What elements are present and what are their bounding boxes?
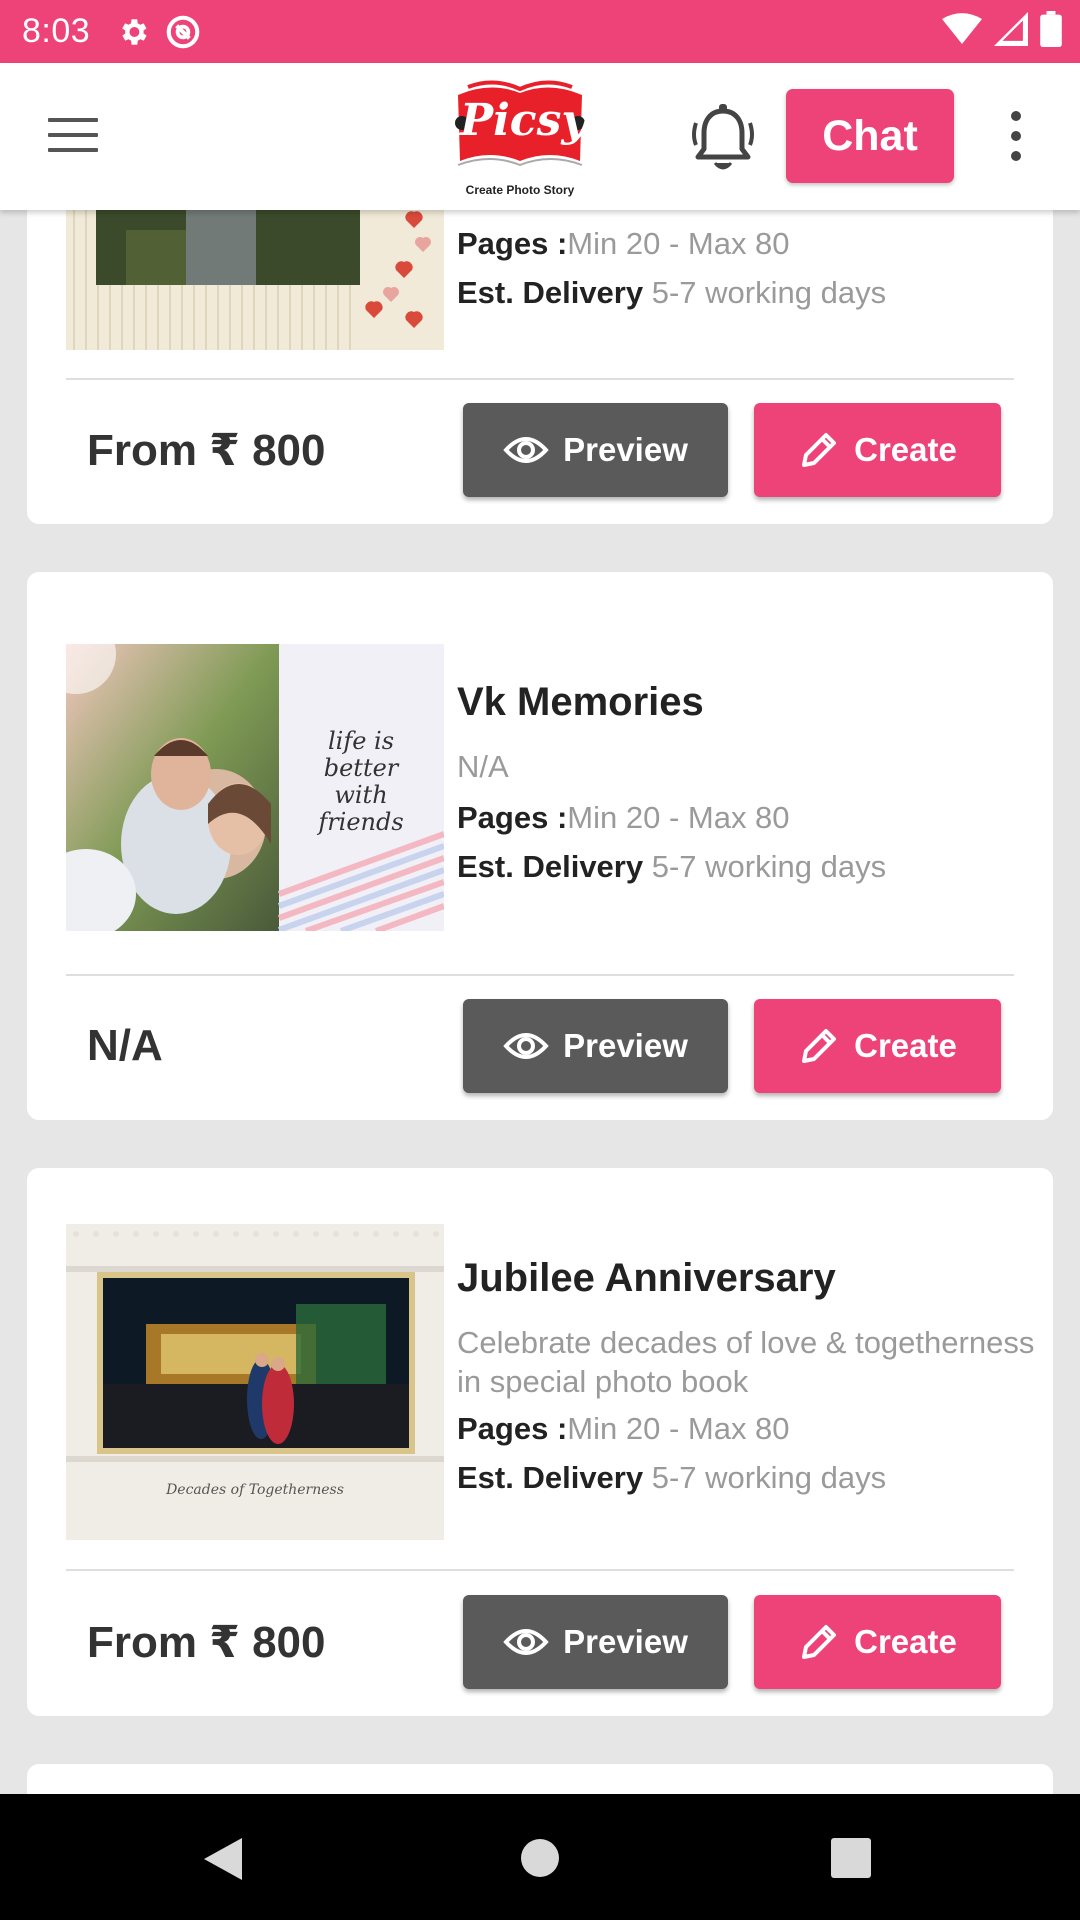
- app-logo[interactable]: Picsy Create Photo Story: [440, 73, 600, 201]
- preview-button[interactable]: Preview: [463, 999, 728, 1093]
- product-thumbnail: life is better with friends: [66, 644, 444, 931]
- delivery-info: Est. Delivery 5-7 working days: [457, 849, 887, 884]
- svg-text:better: better: [324, 754, 400, 782]
- signal-icon: [994, 12, 1028, 51]
- pages-info: Pages :Min 20 - Max 80: [457, 800, 790, 835]
- wifi-icon: [942, 12, 982, 51]
- menu-icon[interactable]: [48, 118, 98, 154]
- card-divider: [66, 974, 1014, 976]
- svg-text:with: with: [334, 781, 387, 809]
- pencil-icon: [802, 433, 837, 467]
- create-label: Create: [854, 1027, 957, 1064]
- card-divider: [66, 378, 1014, 380]
- pages-info: Pages :Min 20 - Max 80: [457, 226, 790, 261]
- price-label: N/A: [87, 1021, 163, 1070]
- create-button[interactable]: Create: [754, 403, 1001, 497]
- preview-label: Preview: [563, 431, 688, 468]
- more-vert-icon[interactable]: [1008, 111, 1024, 163]
- recents-icon[interactable]: [831, 1838, 871, 1878]
- logo-wordmark: Picsy: [460, 95, 587, 146]
- product-card[interactable]: life is better with friends Vk Memories …: [27, 572, 1053, 1120]
- sync-icon: [164, 13, 202, 51]
- pencil-icon: [802, 1625, 837, 1659]
- preview-button[interactable]: Preview: [463, 403, 728, 497]
- back-icon[interactable]: [202, 1836, 244, 1882]
- product-thumbnail: Decades of Togetherness: [66, 1224, 444, 1540]
- create-label: Create: [854, 431, 957, 468]
- delivery-info: Est. Delivery 5-7 working days: [457, 275, 887, 310]
- battery-icon: [1040, 11, 1062, 52]
- create-button[interactable]: Create: [754, 1595, 1001, 1689]
- eye-icon: [503, 437, 549, 463]
- price-label: From ₹ 800: [87, 426, 326, 475]
- pages-info: Pages :Min 20 - Max 80: [457, 1411, 790, 1446]
- system-nav-bar: [0, 1794, 1080, 1920]
- chat-button[interactable]: Chat: [786, 89, 954, 183]
- delivery-info: Est. Delivery 5-7 working days: [457, 1460, 887, 1495]
- product-card[interactable]: Decades of Togetherness Jubilee Annivers…: [27, 1168, 1053, 1716]
- preview-label: Preview: [563, 1623, 688, 1660]
- product-title: Vk Memories: [457, 680, 704, 724]
- logo-tagline: Create Photo Story: [465, 183, 575, 197]
- card-divider: [66, 1569, 1014, 1571]
- home-icon[interactable]: [520, 1838, 560, 1878]
- svg-text:Decades of Togetherness: Decades of Togetherness: [165, 1482, 344, 1498]
- status-time: 8:03: [22, 12, 91, 50]
- preview-label: Preview: [563, 1027, 688, 1064]
- eye-icon: [503, 1629, 549, 1655]
- create-label: Create: [854, 1623, 957, 1660]
- product-description: Celebrate decades of love & togetherness…: [457, 1325, 1035, 1399]
- bell-icon[interactable]: [688, 101, 758, 177]
- app-bar: Picsy Create Photo Story Chat: [0, 63, 1080, 210]
- product-description: N/A: [457, 749, 509, 784]
- price-label: From ₹ 800: [87, 1618, 326, 1667]
- preview-button[interactable]: Preview: [463, 1595, 728, 1689]
- create-button[interactable]: Create: [754, 999, 1001, 1093]
- product-thumbnail: [66, 200, 444, 350]
- eye-icon: [503, 1033, 549, 1059]
- pencil-icon: [802, 1029, 837, 1063]
- svg-text:friends: friends: [316, 808, 403, 836]
- gear-icon: [116, 15, 150, 49]
- status-bar: 8:03: [0, 0, 1080, 63]
- product-title: Jubilee Anniversary: [457, 1256, 836, 1300]
- svg-text:life is: life is: [328, 727, 394, 755]
